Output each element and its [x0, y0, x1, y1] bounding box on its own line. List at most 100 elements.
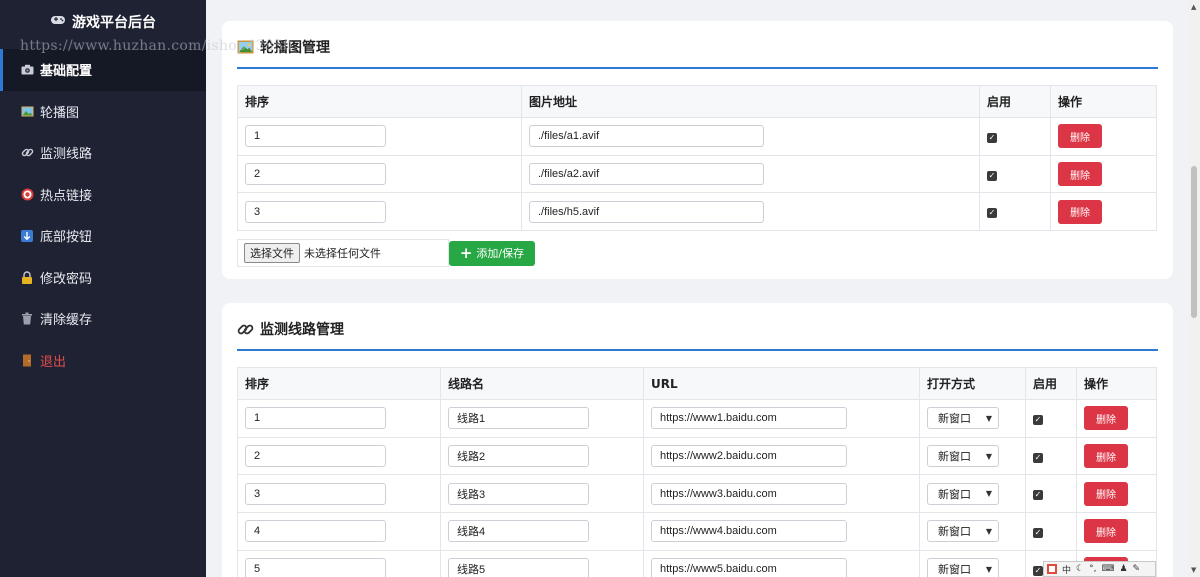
route-name-input[interactable]: 线路2	[448, 445, 589, 468]
choose-file-button[interactable]: 选择文件	[244, 243, 300, 264]
delete-button[interactable]: 删除	[1084, 481, 1128, 506]
routes-card: 监测线路管理 排序 线路名 URL 打开方式 启用 操作 1 线路1 https…	[222, 303, 1173, 577]
enabled-checkbox[interactable]: ✓	[1033, 490, 1043, 501]
table-row: 3 线路3 https://www3.baidu.com 新窗口 ▼ ✓ 删除	[237, 474, 1157, 514]
image-path-input[interactable]: ./files/a2.avif	[529, 163, 764, 186]
carousel-card: 轮播图管理 排序 图片地址 启用 操作 1 ./files/a1.avif ✓ …	[222, 21, 1173, 279]
image-path-input[interactable]: ./files/h5.avif	[529, 200, 764, 223]
sidebar-item-hotlinks[interactable]: 热点链接	[0, 174, 206, 216]
chevron-down-icon: ▼	[985, 451, 992, 461]
order-input[interactable]: 5	[245, 558, 386, 577]
chevron-down-icon: ▼	[985, 526, 992, 536]
sidebar-item-change-password[interactable]: 修改密码	[0, 257, 206, 299]
table-row: 2 线路2 https://www2.baidu.com 新窗口 ▼ ✓ 删除	[237, 436, 1157, 476]
punctuation-icon[interactable]: °,	[1089, 564, 1096, 574]
url-input[interactable]: https://www1.baidu.com	[651, 407, 847, 430]
file-input[interactable]: 选择文件 未选择任何文件	[237, 239, 449, 268]
url-input[interactable]: https://www5.baidu.com	[651, 558, 847, 577]
picture-icon	[20, 104, 34, 118]
gamepad-icon	[50, 14, 66, 30]
url-input[interactable]: https://www2.baidu.com	[651, 445, 847, 468]
delete-button[interactable]: 删除	[1058, 162, 1102, 187]
open-mode-select[interactable]: 新窗口 ▼	[927, 558, 999, 577]
table-row: 3 ./files/h5.avif ✓ 删除	[237, 192, 1157, 232]
add-save-button[interactable]: + 添加/保存	[449, 240, 535, 266]
enabled-checkbox[interactable]: ✓	[1033, 414, 1043, 425]
sidebar-item-routes[interactable]: 监测线路	[0, 132, 206, 174]
sidebar-item-label: 热点链接	[40, 188, 93, 204]
main-content: 轮播图管理 排序 图片地址 启用 操作 1 ./files/a1.avif ✓ …	[206, 0, 1188, 577]
order-input[interactable]: 4	[245, 520, 386, 543]
enabled-checkbox[interactable]: ✓	[1033, 565, 1043, 576]
ime-lang[interactable]: 中	[1062, 563, 1071, 576]
column-header: 启用	[979, 85, 1051, 118]
sidebar-item-label: 清除缓存	[40, 313, 93, 329]
sidebar-item-clear-cache[interactable]: 清除缓存	[0, 298, 206, 340]
sidebar-item-label: 基础配置	[40, 64, 93, 80]
delete-button[interactable]: 删除	[1058, 124, 1102, 149]
column-header: 排序	[237, 367, 441, 400]
chevron-down-icon: ▼	[985, 564, 992, 574]
plus-icon: +	[459, 243, 473, 262]
order-input[interactable]: 3	[245, 200, 386, 223]
sidebar-item-footer-buttons[interactable]: 底部按钮	[0, 215, 206, 257]
camera-icon	[20, 63, 34, 77]
target-icon	[20, 187, 34, 201]
column-header: 启用	[1025, 367, 1077, 400]
scroll-thumb[interactable]	[1191, 166, 1197, 318]
order-input[interactable]: 1	[245, 125, 386, 148]
url-input[interactable]: https://www4.baidu.com	[651, 520, 847, 543]
moon-icon[interactable]: ☾	[1076, 564, 1084, 574]
table-row: 2 ./files/a2.avif ✓ 删除	[237, 154, 1157, 194]
ime-toolbar: 中 ☾ °, ⌨ ♟ ✎	[1043, 561, 1156, 577]
delete-button[interactable]: 删除	[1058, 199, 1102, 224]
carousel-title: 轮播图管理	[237, 35, 1158, 69]
sidebar-item-label: 底部按钮	[40, 230, 93, 246]
route-name-input[interactable]: 线路5	[448, 558, 589, 577]
link-icon	[237, 322, 254, 337]
route-name-input[interactable]: 线路4	[448, 520, 589, 543]
sidebar-item-label: 轮播图	[40, 105, 80, 121]
route-name-input[interactable]: 线路3	[448, 482, 589, 505]
order-input[interactable]: 2	[245, 445, 386, 468]
route-name-input[interactable]: 线路1	[448, 407, 589, 430]
enabled-checkbox[interactable]: ✓	[1033, 527, 1043, 538]
enabled-checkbox[interactable]: ✓	[987, 170, 997, 181]
user-icon[interactable]: ♟	[1119, 564, 1127, 574]
column-header: 操作	[1076, 367, 1157, 400]
image-path-input[interactable]: ./files/a1.avif	[529, 125, 764, 148]
delete-button[interactable]: 删除	[1084, 406, 1128, 431]
scroll-down-icon[interactable]: ▼	[1191, 566, 1196, 574]
delete-button[interactable]: 删除	[1084, 519, 1128, 544]
order-input[interactable]: 2	[245, 163, 386, 186]
order-input[interactable]: 3	[245, 482, 386, 505]
chevron-down-icon: ▼	[985, 489, 992, 499]
sidebar: 游戏平台后台 基础配置 轮播图 监测线路 热点链接 底部按钮 修改密码 清除缓存…	[0, 0, 206, 577]
sidebar-item-logout[interactable]: 退出	[0, 340, 206, 382]
open-mode-select[interactable]: 新窗口 ▼	[927, 445, 999, 468]
column-header: 操作	[1050, 85, 1157, 118]
column-header: 打开方式	[919, 367, 1026, 400]
sidebar-item-carousel[interactable]: 轮播图	[0, 91, 206, 133]
sidebar-item-basic-config[interactable]: 基础配置	[0, 49, 206, 91]
keyboard-icon[interactable]: ⌨	[1101, 564, 1114, 574]
file-status: 未选择任何文件	[304, 247, 381, 261]
enabled-checkbox[interactable]: ✓	[987, 132, 997, 143]
open-mode-select[interactable]: 新窗口 ▼	[927, 520, 999, 543]
url-input[interactable]: https://www3.baidu.com	[651, 482, 847, 505]
sidebar-item-label: 监测线路	[40, 147, 93, 163]
enabled-checkbox[interactable]: ✓	[987, 208, 997, 219]
column-header: 线路名	[440, 367, 644, 400]
enabled-checkbox[interactable]: ✓	[1033, 452, 1043, 463]
carousel-table: 排序 图片地址 启用 操作 1 ./files/a1.avif ✓ 删除 2 .…	[237, 85, 1157, 232]
order-input[interactable]: 1	[245, 407, 386, 430]
delete-button[interactable]: 删除	[1084, 444, 1128, 469]
vertical-scrollbar[interactable]: ▲ ▼	[1188, 0, 1200, 577]
sidebar-item-label: 退出	[40, 354, 67, 370]
ime-logo-icon[interactable]	[1047, 564, 1057, 574]
routes-title: 监测线路管理	[237, 317, 1158, 351]
scroll-up-icon[interactable]: ▲	[1191, 3, 1196, 11]
wrench-icon[interactable]: ✎	[1133, 564, 1141, 574]
open-mode-select[interactable]: 新窗口 ▼	[927, 482, 999, 505]
open-mode-select[interactable]: 新窗口 ▼	[927, 407, 999, 430]
